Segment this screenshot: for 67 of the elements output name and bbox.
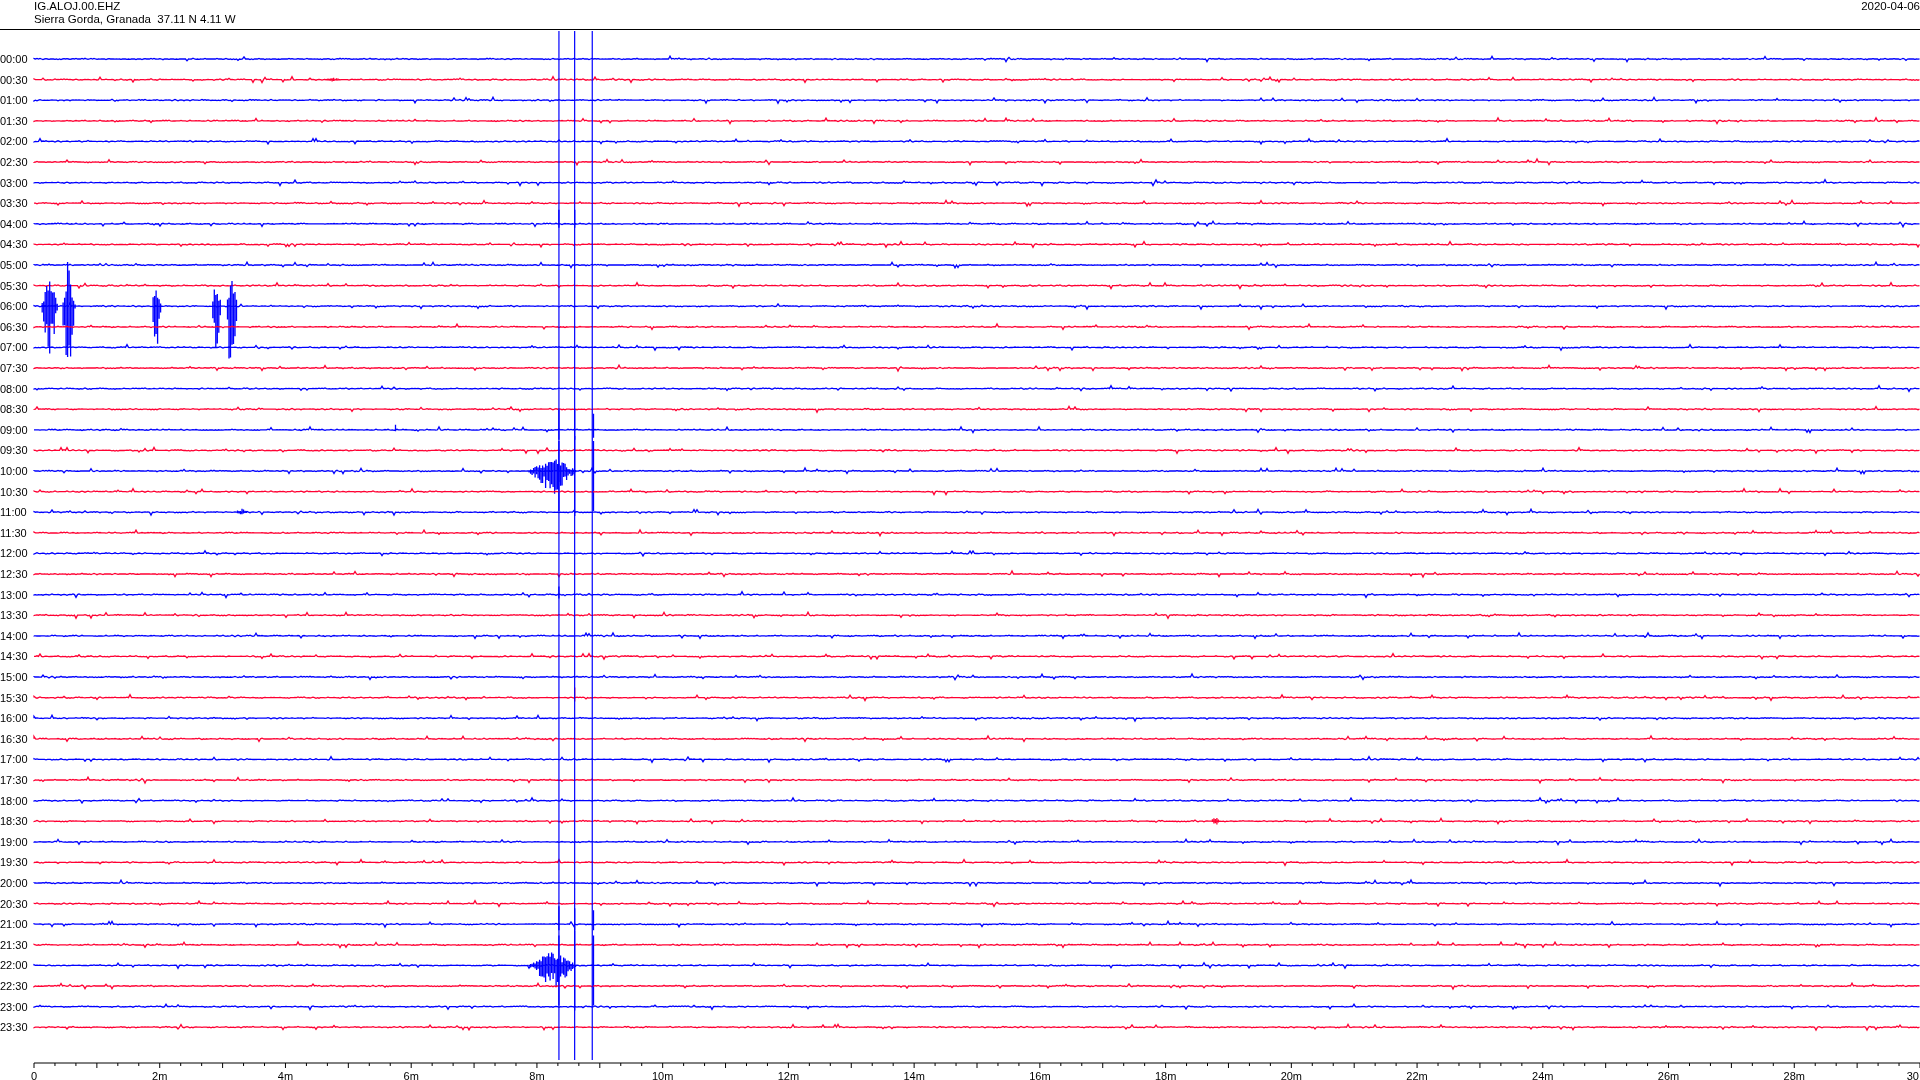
axis-label: 4m <box>277 1070 294 1080</box>
time-label: 18:30 <box>0 815 28 828</box>
time-label: 12:00 <box>0 547 28 560</box>
time-label: 23:30 <box>0 1021 28 1034</box>
time-label: 01:00 <box>0 94 28 107</box>
time-label: 16:00 <box>0 712 28 725</box>
time-label: 11:00 <box>0 506 27 519</box>
time-label: 19:30 <box>0 856 28 869</box>
time-label: 04:30 <box>0 238 28 251</box>
axis-label: 0 <box>31 1070 38 1080</box>
time-label: 02:00 <box>0 135 28 148</box>
time-label: 03:30 <box>0 197 28 210</box>
time-label: 09:30 <box>0 444 28 457</box>
axis-label: 30 <box>1906 1070 1919 1080</box>
time-label: 20:00 <box>0 877 28 889</box>
time-label: 22:00 <box>0 959 28 972</box>
time-label: 08:00 <box>0 382 28 395</box>
axis-label: 20m <box>1280 1070 1303 1080</box>
time-label: 20:30 <box>0 897 28 910</box>
time-label: 21:00 <box>0 918 28 931</box>
axis-label: 26m <box>1657 1070 1680 1080</box>
time-label: 01:30 <box>0 114 28 127</box>
time-label: 10:30 <box>0 485 28 498</box>
time-label: 05:30 <box>0 279 28 292</box>
time-label: 05:00 <box>0 259 28 271</box>
time-label: 00:00 <box>0 53 28 65</box>
axis-label: 2m <box>152 1070 168 1080</box>
axis-label: 10m <box>651 1070 674 1080</box>
axis-label: 16m <box>1029 1070 1051 1080</box>
time-label: 07:00 <box>0 341 28 354</box>
time-label: 17:00 <box>0 753 28 766</box>
time-label: 16:30 <box>0 732 28 745</box>
time-label: 11:30 <box>0 526 27 539</box>
axis-label: 22m <box>1406 1070 1428 1080</box>
time-label: 06:00 <box>0 300 28 313</box>
axis-label: 12m <box>777 1070 800 1080</box>
time-label: 09:00 <box>0 423 28 436</box>
axis-label: 14m <box>903 1070 925 1080</box>
axis-label: 24m <box>1532 1070 1554 1080</box>
time-label: 15:30 <box>0 691 28 704</box>
time-label: 12:30 <box>0 568 28 580</box>
time-label: 17:30 <box>0 774 28 786</box>
time-label: 14:30 <box>0 650 28 663</box>
time-label: 04:00 <box>0 217 28 230</box>
axis-label: 6m <box>403 1070 419 1080</box>
time-label: 06:30 <box>0 320 28 333</box>
time-label: 07:30 <box>0 362 28 374</box>
time-label: 21:30 <box>0 938 28 951</box>
time-label: 13:30 <box>0 609 28 622</box>
time-label: 19:00 <box>0 835 28 848</box>
time-label: 18:00 <box>0 794 28 807</box>
time-label: 08:30 <box>0 403 28 416</box>
time-label: 10:00 <box>0 465 28 477</box>
station-code: IG.ALOJ.00.EHZ <box>34 0 122 13</box>
station-location: Sierra Gorda, Granada 37.11 N 4.11 W <box>34 13 236 26</box>
time-label: 03:00 <box>0 176 28 189</box>
date-label: 2020-04-06 <box>1861 0 1920 14</box>
time-label: 14:00 <box>0 629 28 642</box>
time-label: 15:00 <box>0 671 28 683</box>
axis-label: 8m <box>529 1070 545 1080</box>
time-label: 22:30 <box>0 980 28 992</box>
axis-label: 28m <box>1783 1070 1805 1080</box>
time-label: 13:00 <box>0 588 28 601</box>
time-label: 02:30 <box>0 156 28 168</box>
axis-label: 18m <box>1154 1070 1177 1080</box>
time-label: 00:30 <box>0 73 28 86</box>
time-label: 23:00 <box>0 1000 28 1013</box>
